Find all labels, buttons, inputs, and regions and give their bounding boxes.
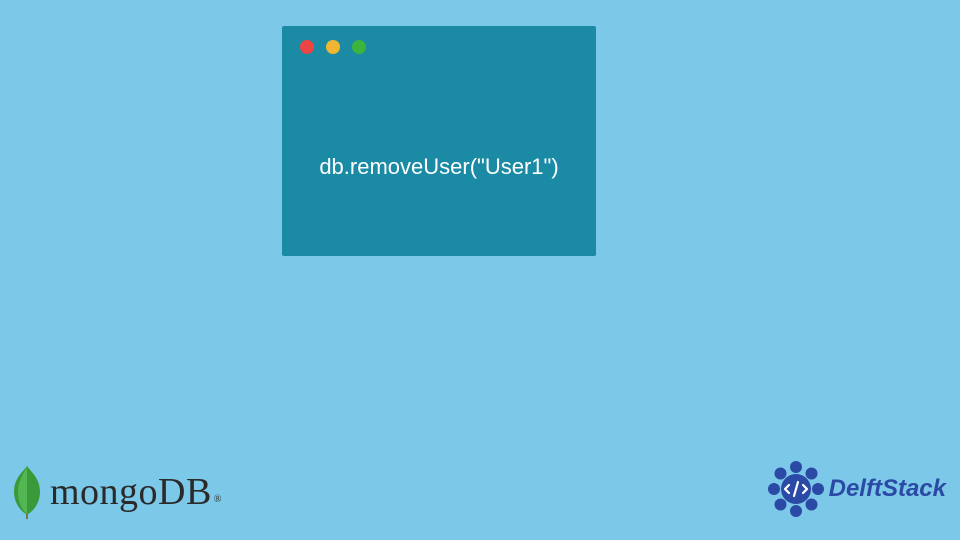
code-line: db.removeUser("User1") (282, 154, 596, 180)
delftstack-wordmark: DelftStack (829, 475, 946, 503)
maximize-icon (352, 40, 366, 54)
mongodb-text: mongoDB (50, 471, 212, 513)
delftstack-badge-icon (767, 460, 825, 518)
close-icon (300, 40, 314, 54)
code-window: db.removeUser("User1") (282, 26, 596, 256)
registered-mark: ® (214, 494, 222, 505)
mongodb-logo: mongoDB® (10, 464, 222, 520)
minimize-icon (326, 40, 340, 54)
traffic-light-dots (300, 40, 366, 54)
delftstack-logo: DelftStack (767, 460, 946, 518)
mongodb-wordmark: mongoDB® (50, 470, 222, 514)
mongodb-leaf-icon (10, 464, 44, 520)
